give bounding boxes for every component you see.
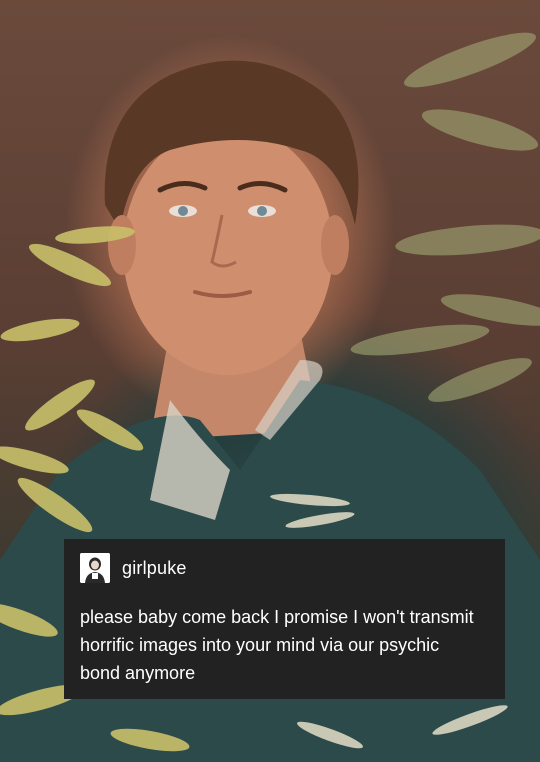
post-text: please baby come back I promise I won't … bbox=[80, 607, 474, 683]
avatar-figure bbox=[80, 553, 110, 583]
user-avatar-icon[interactable] bbox=[80, 553, 110, 583]
post-header: girlpuke bbox=[80, 551, 489, 585]
post-username[interactable]: girlpuke bbox=[122, 558, 187, 579]
post-card: girlpuke please baby come back I promise… bbox=[64, 539, 505, 699]
